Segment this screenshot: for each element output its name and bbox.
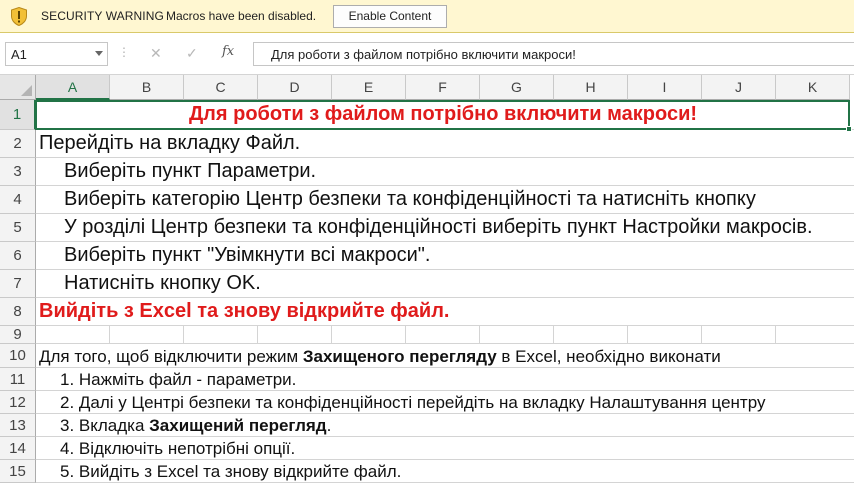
cell-a10-text: Для того, щоб відключити режим xyxy=(39,347,303,366)
security-warning-title: SECURITY WARNING xyxy=(41,9,164,23)
insert-function-icon[interactable]: fx xyxy=(222,44,234,59)
select-all-button[interactable] xyxy=(0,75,36,100)
fill-handle[interactable] xyxy=(846,126,852,132)
cell-a10[interactable]: Для того, щоб відключити режим Захищеног… xyxy=(39,347,721,367)
gridline xyxy=(553,325,554,343)
gridline xyxy=(36,269,854,270)
gridline xyxy=(36,297,854,298)
column-header-e[interactable]: E xyxy=(332,75,406,100)
gridline xyxy=(36,367,854,368)
column-header-d[interactable]: D xyxy=(258,75,332,100)
cell-a10-text-end: в Excel, необхідно виконати xyxy=(496,347,721,366)
cell-a13[interactable]: 3. Вкладка Захищений перегляд. xyxy=(60,416,331,436)
gridline xyxy=(479,325,480,343)
row-header-9[interactable]: 9 xyxy=(0,326,36,344)
gridline xyxy=(701,325,702,343)
column-header-i[interactable]: I xyxy=(628,75,702,100)
gridline xyxy=(775,325,776,343)
gridline xyxy=(36,390,854,391)
cell-a2[interactable]: Перейдіть на вкладку Файл. xyxy=(39,132,300,155)
gridline xyxy=(109,325,110,343)
column-header-h[interactable]: H xyxy=(554,75,628,100)
row-header-10[interactable]: 10 xyxy=(0,344,36,368)
column-header-f[interactable]: F xyxy=(406,75,480,100)
gridline xyxy=(183,325,184,343)
row-header-5[interactable]: 5 xyxy=(0,214,36,242)
gridline xyxy=(36,436,854,437)
cell-a15[interactable]: 5. Вийдіть з Excel та знову відкрийте фа… xyxy=(60,462,401,482)
gridline xyxy=(627,325,628,343)
gridline xyxy=(36,185,854,186)
gridline xyxy=(331,325,332,343)
worksheet-grid[interactable]: A B C D E F G H I J K 1 2 3 4 5 6 7 8 9 … xyxy=(0,75,854,486)
gridline xyxy=(36,157,854,158)
select-all-icon xyxy=(21,85,32,96)
cancel-icon[interactable]: ✕ xyxy=(150,45,162,62)
row-header-11[interactable]: 11 xyxy=(0,368,36,391)
gridline xyxy=(257,325,258,343)
formula-text: Для роботи з файлом потрібно включити ма… xyxy=(271,47,576,62)
shield-warning-icon xyxy=(11,7,27,26)
security-warning-message: Macros have been disabled. xyxy=(166,9,317,23)
cell-a6[interactable]: Виберіть пункт "Увімкнути всі макроси". xyxy=(64,244,430,267)
gridline xyxy=(36,325,854,326)
gridline xyxy=(36,413,854,414)
row-header-6[interactable]: 6 xyxy=(0,242,36,270)
cell-a4[interactable]: Виберіть категорію Центр безпеки та конф… xyxy=(64,188,756,211)
cell-a13-text-end: . xyxy=(326,416,332,435)
row-header-13[interactable]: 13 xyxy=(0,414,36,437)
formula-input[interactable]: Для роботи з файлом потрібно включити ма… xyxy=(253,42,854,66)
gridline xyxy=(36,459,854,460)
row-header-2[interactable]: 2 xyxy=(0,130,36,158)
row-header-14[interactable]: 14 xyxy=(0,437,36,460)
active-cell-selection xyxy=(35,100,850,130)
cell-a8-warning[interactable]: Вийдіть з Excel та знову відкрийте файл. xyxy=(39,300,449,323)
name-box[interactable]: A1 xyxy=(5,42,108,66)
cell-a13-text: 3. Вкладка xyxy=(60,416,150,435)
row-header-7[interactable]: 7 xyxy=(0,270,36,298)
column-header-b[interactable]: B xyxy=(110,75,184,100)
column-header-j[interactable]: J xyxy=(702,75,776,100)
formula-bar-grip-icon[interactable]: ⋮ xyxy=(118,45,130,59)
row-header-15[interactable]: 15 xyxy=(0,460,36,483)
enable-content-button[interactable]: Enable Content xyxy=(333,5,447,28)
gridline xyxy=(405,325,406,343)
column-header-g[interactable]: G xyxy=(480,75,554,100)
cell-a10-bold: Захищеного перегляду xyxy=(302,347,497,366)
row-header-12[interactable]: 12 xyxy=(0,391,36,414)
enter-check-icon[interactable]: ✓ xyxy=(186,45,198,62)
row-header-3[interactable]: 3 xyxy=(0,158,36,186)
name-box-value: A1 xyxy=(11,47,27,62)
security-warning-bar: SECURITY WARNING Macros have been disabl… xyxy=(0,0,854,33)
column-header-k[interactable]: K xyxy=(776,75,850,100)
cell-a14[interactable]: 4. Відключіть непотрібні опції. xyxy=(60,439,295,459)
row-header-4[interactable]: 4 xyxy=(0,186,36,214)
cell-a3[interactable]: Виберіть пункт Параметри. xyxy=(64,160,316,183)
column-header-c[interactable]: C xyxy=(184,75,258,100)
cell-a5[interactable]: У розділі Центр безпеки та конфіденційно… xyxy=(64,216,813,239)
cell-a13-bold: Захищений перегляд xyxy=(149,416,327,435)
gridline xyxy=(36,213,854,214)
name-box-dropdown-icon[interactable] xyxy=(95,51,103,56)
formula-bar-row: A1 ⋮ ✕ ✓ fx Для роботи з файлом потрібно… xyxy=(0,33,854,75)
gridline xyxy=(36,241,854,242)
gridline xyxy=(36,343,854,344)
gridline xyxy=(36,482,854,483)
row-header-1[interactable]: 1 xyxy=(0,100,36,130)
row-header-8[interactable]: 8 xyxy=(0,298,36,326)
cell-a12[interactable]: 2. Далі у Центрі безпеки та конфіденційн… xyxy=(60,393,765,413)
cell-a11[interactable]: 1. Нажміть файл - параметри. xyxy=(60,370,296,390)
column-header-a[interactable]: A xyxy=(36,75,110,100)
cell-a7[interactable]: Натисніть кнопку OK. xyxy=(64,272,261,295)
